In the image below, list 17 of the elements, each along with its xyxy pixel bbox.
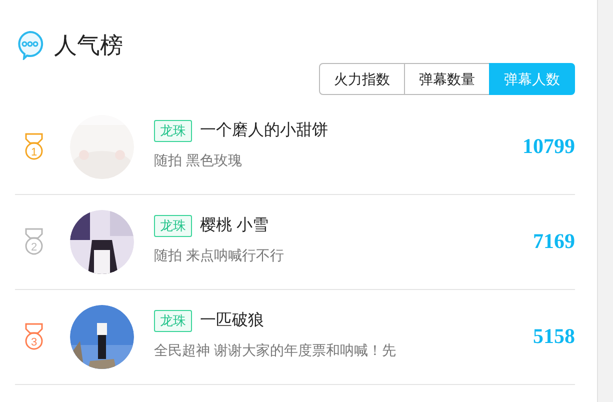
tag: 龙珠 <box>154 215 192 237</box>
streamer-name[interactable]: 一个磨人的小甜饼 <box>200 119 328 143</box>
stream-title: 随拍 来点呐喊行不行 <box>154 246 285 265</box>
section-title: 人气榜 <box>54 34 123 56</box>
scrollbar-track[interactable] <box>597 0 613 402</box>
stream-title: 全民超神 谢谢大家的年度票和呐喊！先 <box>154 341 397 360</box>
viewer-count: 5158 <box>533 323 575 350</box>
chat-bubble-icon <box>15 30 45 60</box>
viewer-count: 10799 <box>522 133 575 160</box>
stream-title: 随拍 黑色玫瑰 <box>154 151 243 170</box>
tag: 龙珠 <box>154 120 192 142</box>
tab[interactable]: 弹幕数量 <box>404 63 490 95</box>
tag: 龙珠 <box>154 310 192 332</box>
streamer-name[interactable]: 一匹破狼 <box>200 309 264 333</box>
tab[interactable]: 火力指数 <box>319 63 405 95</box>
streamer-name[interactable]: 樱桃 小雪 <box>200 214 268 238</box>
viewer-count: 7169 <box>533 228 575 256</box>
